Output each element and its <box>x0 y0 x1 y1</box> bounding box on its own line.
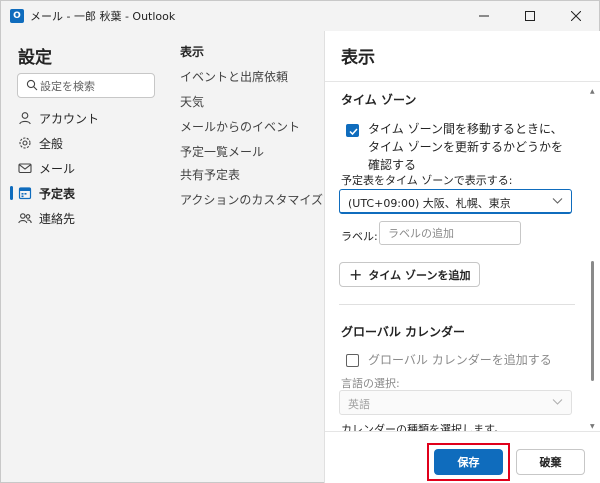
title-bar: O メール - 一郎 秋葉 - Outlook <box>1 1 599 31</box>
timezone-display-label: 予定表をタイム ゾーンで表示する: <box>341 174 513 187</box>
outlook-app-icon: O <box>10 9 24 23</box>
language-select[interactable]: 英語 <box>339 390 572 415</box>
nav-item-label: アカウント <box>39 111 100 126</box>
gear-icon <box>18 136 32 150</box>
global-calendar-checkbox[interactable] <box>346 354 359 367</box>
settings-search-input[interactable] <box>40 77 150 95</box>
section-divider <box>339 304 575 305</box>
checkmark-icon <box>349 128 358 136</box>
mail-icon <box>18 161 32 175</box>
timezone-label-input[interactable] <box>388 225 514 241</box>
chevron-down-icon <box>552 198 563 204</box>
subnav-item-customize-actions[interactable]: アクションのカスタマイズ <box>180 188 323 210</box>
outlook-settings-window: O メール - 一郎 秋葉 - Outlook 設定 アカウント <box>0 0 600 483</box>
add-timezone-button[interactable]: + タイム ゾーンを追加 <box>339 262 480 287</box>
timezone-move-checkbox-label: タイム ゾーン間を移動するときに、タイム ゾーンを更新するかどうかを確認する <box>368 122 563 172</box>
global-calendar-heading: グローバル カレンダー <box>341 325 466 339</box>
minimize-button[interactable] <box>461 1 507 31</box>
person-icon <box>18 111 32 125</box>
timezone-heading: タイム ゾーン <box>341 93 417 107</box>
search-icon <box>26 79 38 91</box>
timezone-move-checkbox[interactable] <box>346 124 359 137</box>
minimize-icon <box>479 15 489 17</box>
chevron-down-icon <box>552 399 563 405</box>
scroll-up-arrow-icon[interactable]: ▲ <box>590 88 595 95</box>
timezone-label-field[interactable] <box>379 221 521 245</box>
nav-item-label: メール <box>39 161 76 176</box>
nav-item-label: 予定表 <box>39 186 76 201</box>
nav-item-general[interactable]: 全般 <box>10 131 160 155</box>
settings-footer: 保存 破棄 <box>325 431 600 483</box>
nav-item-mail[interactable]: メール <box>10 156 160 180</box>
add-timezone-button-label: タイム ゾーンを追加 <box>368 268 471 282</box>
nav-item-contacts[interactable]: 連絡先 <box>10 206 160 230</box>
settings-scroll-area[interactable]: タイム ゾーン タイム ゾーン間を移動するときに、タイム ゾーンを更新するかどう… <box>325 81 600 431</box>
timezone-select[interactable]: (UTC+09:00) 大阪、札幌、東京 <box>339 189 572 214</box>
close-icon <box>571 11 581 21</box>
scroll-down-arrow-icon[interactable]: ▼ <box>590 423 595 430</box>
settings-search-box[interactable] <box>17 73 155 98</box>
maximize-icon <box>525 11 535 21</box>
plus-icon: + <box>349 264 363 284</box>
global-calendar-checkbox-label: グローバル カレンダーを追加する <box>368 353 552 367</box>
nav-item-account[interactable]: アカウント <box>10 106 160 130</box>
calendar-icon <box>18 186 32 200</box>
nav-item-label: 連絡先 <box>39 211 76 226</box>
nav-item-calendar[interactable]: 予定表 <box>10 181 160 205</box>
discard-button[interactable]: 破棄 <box>516 449 585 475</box>
scrollbar-thumb[interactable] <box>591 261 594 381</box>
maximize-button[interactable] <box>507 1 553 31</box>
language-select-value: 英語 <box>348 398 370 411</box>
people-icon <box>18 211 32 225</box>
calendar-subnav: 表示 イベントと出席依頼 天気 メールからのイベント 予定一覧メール 共有予定表… <box>164 31 324 482</box>
save-button[interactable]: 保存 <box>434 449 503 475</box>
settings-content-pane: 表示 タイム ゾーン タイム ゾーン間を移動するときに、タイム ゾーンを更新する… <box>324 31 600 483</box>
nav-item-label: 全般 <box>39 136 64 151</box>
calendar-type-label: カレンダーの種類を選択します。 <box>341 423 505 431</box>
subnav-item-shared-calendars[interactable]: 共有予定表 <box>180 163 240 185</box>
subnav-item-events-from-email[interactable]: メールからのイベント <box>180 115 300 137</box>
close-button[interactable] <box>553 1 599 31</box>
content-title: 表示 <box>341 48 375 68</box>
subnav-item-weather[interactable]: 天気 <box>180 90 204 112</box>
subnav-item-display[interactable]: 表示 <box>180 40 204 62</box>
subnav-item-agenda-email[interactable]: 予定一覧メール <box>180 140 264 162</box>
language-select-label: 言語の選択: <box>341 377 400 390</box>
timezone-select-value: (UTC+09:00) 大阪、札幌、東京 <box>348 197 511 210</box>
subnav-item-events-invitations[interactable]: イベントと出席依頼 <box>180 65 288 87</box>
settings-title: 設定 <box>18 48 52 68</box>
window-title: メール - 一郎 秋葉 - Outlook <box>30 10 176 23</box>
timezone-label-field-label: ラベル: <box>341 230 378 243</box>
settings-nav: 設定 アカウント 全般 メール 予定表 <box>1 31 164 482</box>
